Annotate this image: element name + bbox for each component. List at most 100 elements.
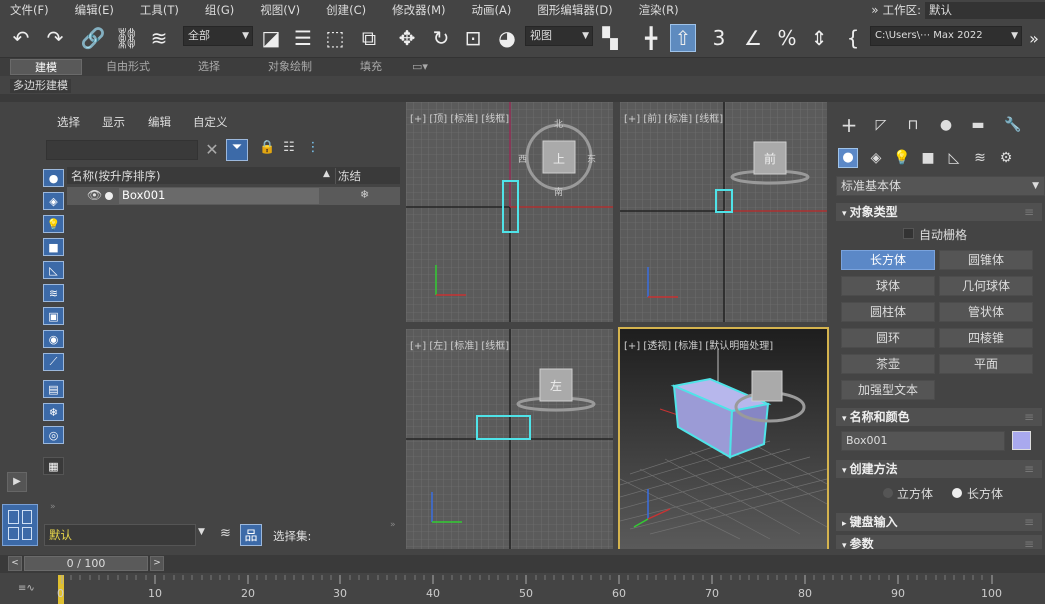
display-groups-icon[interactable]: ▣ [43, 307, 64, 325]
rollout-parameters[interactable]: ▾ 参数 ≡ [836, 535, 1042, 549]
menu-modifiers[interactable]: 修改器(M) [379, 2, 458, 18]
display-geometry-icon[interactable]: ● [43, 169, 64, 187]
viewport-perspective[interactable]: [+] [透视] [标准] [默认明暗处理] [618, 327, 829, 551]
menu-edit[interactable]: 编辑(E) [62, 2, 127, 18]
placement-icon[interactable]: ◕ [494, 24, 520, 52]
menu-group[interactable]: 组(G) [192, 2, 247, 18]
box-radio[interactable] [952, 488, 962, 498]
plane-button[interactable]: 平面 [939, 354, 1033, 374]
viewport-left-label[interactable]: [+] [左] [标准] [线框] [410, 337, 509, 352]
workspace-select[interactable]: 默认 [925, 1, 1045, 19]
layer-explorer-icon[interactable]: 品 [240, 524, 262, 546]
cameras-icon[interactable]: ■ [915, 147, 941, 169]
snaps-toggle-icon[interactable]: 3 [706, 24, 732, 52]
layer-name-field[interactable]: 默认 [44, 524, 196, 546]
tube-button[interactable]: 管状体 [939, 302, 1033, 322]
window-crossing-icon[interactable]: ⧉ [356, 24, 382, 52]
hierarchy-icon[interactable]: ☷ [281, 140, 297, 160]
menu-create[interactable]: 创建(C) [313, 2, 379, 18]
col-freeze-header[interactable]: 冻结 [335, 168, 361, 184]
menu-animation[interactable]: 动画(A) [459, 2, 525, 18]
redo-icon[interactable]: ↷ [42, 24, 68, 52]
prev-frame-icon[interactable]: < [8, 556, 22, 571]
table-row[interactable]: 👁 Box001 ❄ [67, 187, 400, 205]
collapse-icon[interactable]: » [50, 502, 56, 512]
filter-icon[interactable]: ⏷ [226, 139, 248, 161]
named-selection-icon[interactable]: { [840, 24, 866, 52]
display-containers-icon[interactable]: ▤ [43, 380, 64, 398]
auto-grid-checkbox[interactable] [903, 228, 914, 239]
create-tab-icon[interactable]: + [836, 113, 862, 137]
display-tab-icon[interactable]: ▬ [965, 114, 991, 136]
viewport-top[interactable]: [+] [顶] [标准] [线框] 上 北 西 东 南 [406, 102, 613, 322]
box-button[interactable]: 长方体 [841, 250, 935, 270]
visibility-eye-icon[interactable]: 👁 [87, 188, 102, 202]
se-menu-display[interactable]: 显示 [102, 114, 125, 130]
display-hidden-icon[interactable]: ◎ [43, 426, 64, 444]
display-shapes-icon[interactable]: ◈ [43, 192, 64, 210]
motion-tab-icon[interactable]: ● [933, 114, 959, 136]
menu-tools[interactable]: 工具(T) [127, 2, 192, 18]
lights-icon[interactable]: 💡 [889, 147, 915, 169]
clear-search-icon[interactable]: ✕ [203, 140, 221, 160]
selection-filter-dropdown[interactable]: 全部 ▼ [183, 26, 253, 46]
tab-polygon-modeling[interactable]: 多边形建模 [10, 79, 71, 93]
select-object-icon[interactable]: ◪ [258, 24, 284, 52]
object-name-field[interactable]: Box001 [841, 431, 1005, 451]
ribbon-options-icon[interactable]: ▭▾ [406, 59, 434, 75]
rollout-object-type[interactable]: ▾ 对象类型 ≡ [836, 203, 1042, 221]
hierarchy-tab-icon[interactable]: ⊓ [900, 114, 926, 136]
display-lights-icon[interactable]: 💡 [43, 215, 64, 233]
toolbar-overflow-icon[interactable]: » [1021, 24, 1045, 52]
modify-tab-icon[interactable]: ◸ [868, 114, 894, 136]
shapes-icon[interactable]: ◈ [863, 147, 889, 169]
rollout-creation-method[interactable]: ▾ 创建方法 ≡ [836, 460, 1042, 478]
helpers-icon[interactable]: ◺ [941, 147, 967, 169]
teapot-button[interactable]: 茶壶 [841, 354, 935, 374]
tab-modeling[interactable]: 建模 [10, 59, 82, 75]
link-icon[interactable]: 🔗 [80, 24, 106, 52]
chevron-down-icon[interactable]: ▼ [198, 527, 205, 537]
freeze-snowflake-icon[interactable]: ❄ [360, 188, 369, 201]
menu-graph-editors[interactable]: 图形编辑器(D) [524, 2, 625, 18]
rollout-name-color[interactable]: ▾ 名称和颜色 ≡ [836, 408, 1042, 426]
next-frame-icon[interactable]: > [150, 556, 164, 571]
se-menu-select[interactable]: 选择 [57, 114, 80, 130]
expand-panel-icon[interactable]: ▶ [7, 472, 27, 492]
category-dropdown[interactable]: 标准基本体 ▼ [836, 176, 1045, 196]
expand-menu-icon[interactable]: » [871, 3, 878, 17]
tab-object-paint[interactable]: 对象绘制 [244, 59, 336, 75]
display-all-icon[interactable]: ▦ [43, 457, 64, 475]
viewport-layout-icon[interactable] [2, 504, 38, 546]
display-helpers-icon[interactable]: ◺ [43, 261, 64, 279]
reference-coord-dropdown[interactable]: 视图 ▼ [525, 26, 593, 46]
viewport-left[interactable]: [+] [左] [标准] [线框] 左 [406, 329, 613, 549]
display-bones-icon[interactable]: ⟋ [43, 353, 64, 371]
se-menu-edit[interactable]: 编辑 [148, 114, 171, 130]
rollout-keyboard-entry[interactable]: ▸ 键盘输入 ≡ [836, 513, 1042, 531]
viewport-front[interactable]: [+] [前] [标准] [线框] 前 [620, 102, 827, 322]
unlink-icon[interactable]: ⛓ [114, 24, 140, 52]
bind-space-warp-icon[interactable]: ≋ [146, 24, 172, 52]
text-plus-button[interactable]: 加强型文本 [841, 380, 935, 400]
space-warps-icon[interactable]: ≋ [967, 147, 993, 169]
tab-selection[interactable]: 选择 [174, 59, 244, 75]
select-manipulate-icon[interactable]: ╋ [638, 24, 664, 52]
viewport-perspective-label[interactable]: [+] [透视] [标准] [默认明暗处理] [624, 337, 773, 352]
torus-button[interactable]: 圆环 [841, 328, 935, 348]
viewcube-left-face[interactable]: 左 [550, 377, 562, 394]
rotate-icon[interactable]: ↻ [428, 24, 454, 52]
display-cameras-icon[interactable]: ■ [43, 238, 64, 256]
sphere-button[interactable]: 球体 [841, 276, 935, 296]
percent-snap-icon[interactable]: % [774, 24, 800, 52]
geosphere-button[interactable]: 几何球体 [939, 276, 1033, 296]
systems-icon[interactable]: ⚙ [993, 147, 1019, 169]
tab-freeform[interactable]: 自由形式 [82, 59, 174, 75]
geometry-icon[interactable]: ● [838, 148, 858, 168]
viewport-front-label[interactable]: [+] [前] [标准] [线框] [624, 110, 723, 125]
undo-icon[interactable]: ↶ [8, 24, 34, 52]
layer-stack-icon[interactable]: ≋ [220, 526, 231, 541]
utilities-tab-icon[interactable]: 🔧 [1000, 114, 1026, 136]
expand-right-icon[interactable]: » [390, 520, 396, 530]
move-icon[interactable]: ✥ [394, 24, 420, 52]
